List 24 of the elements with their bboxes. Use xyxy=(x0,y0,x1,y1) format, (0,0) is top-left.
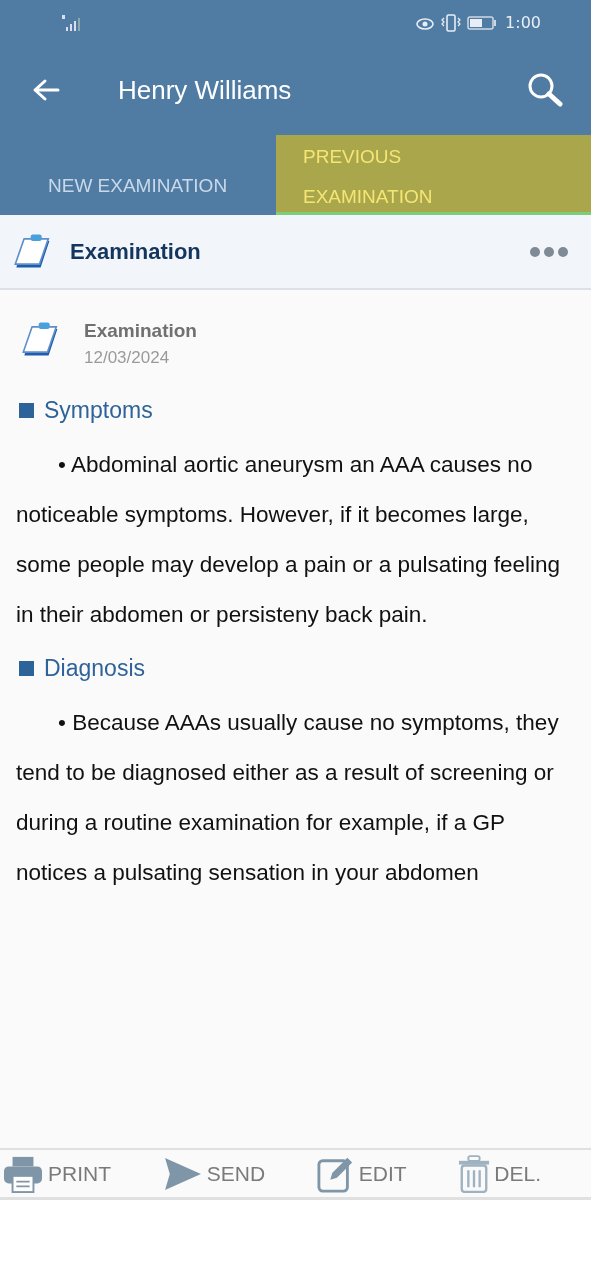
toolbar-button[interactable]: SEND xyxy=(162,1156,266,1191)
app-title: Henry Williams xyxy=(118,74,293,106)
send-icon xyxy=(162,1156,203,1191)
section-title: Examination xyxy=(70,238,202,265)
entry-title: Examination xyxy=(84,320,197,342)
toolbar-button[interactable]: PRINT xyxy=(2,1154,111,1193)
paragraph: • Because AAAs usually cause no symptoms, they tend to be diagnosed either as a result of screening or during a routine examination for example, if a GP notices a pulsating sensation in your abdomen xyxy=(16,709,560,887)
back-arrow-icon[interactable] xyxy=(32,78,60,102)
paragraph: • Abdominal aortic aneurysm an AAA causes no noticeable symptoms. However, if it becomes large, some people may develop a pain or a pulsating feeling in their abdomen or persisteny back pain. xyxy=(16,451,562,629)
search-icon[interactable] xyxy=(527,72,563,108)
more-icon[interactable] xyxy=(529,245,569,258)
vibrate-icon xyxy=(441,13,462,32)
battery-icon xyxy=(467,15,498,30)
square-bullet-icon xyxy=(19,402,34,418)
tab[interactable]: NEW EXAMINATION xyxy=(0,135,276,215)
square-bullet-icon xyxy=(19,660,34,676)
toolbar-button[interactable]: DEL. xyxy=(458,1154,541,1193)
clock-time: 1:00 xyxy=(505,13,541,32)
eye-icon xyxy=(415,15,436,30)
trash-icon xyxy=(458,1154,491,1193)
entry-date: 12/03/2024 xyxy=(84,348,171,368)
toolbar-button[interactable]: EDIT xyxy=(316,1154,407,1193)
section-heading: Symptoms xyxy=(44,396,153,424)
section-heading: Diagnosis xyxy=(44,654,145,682)
